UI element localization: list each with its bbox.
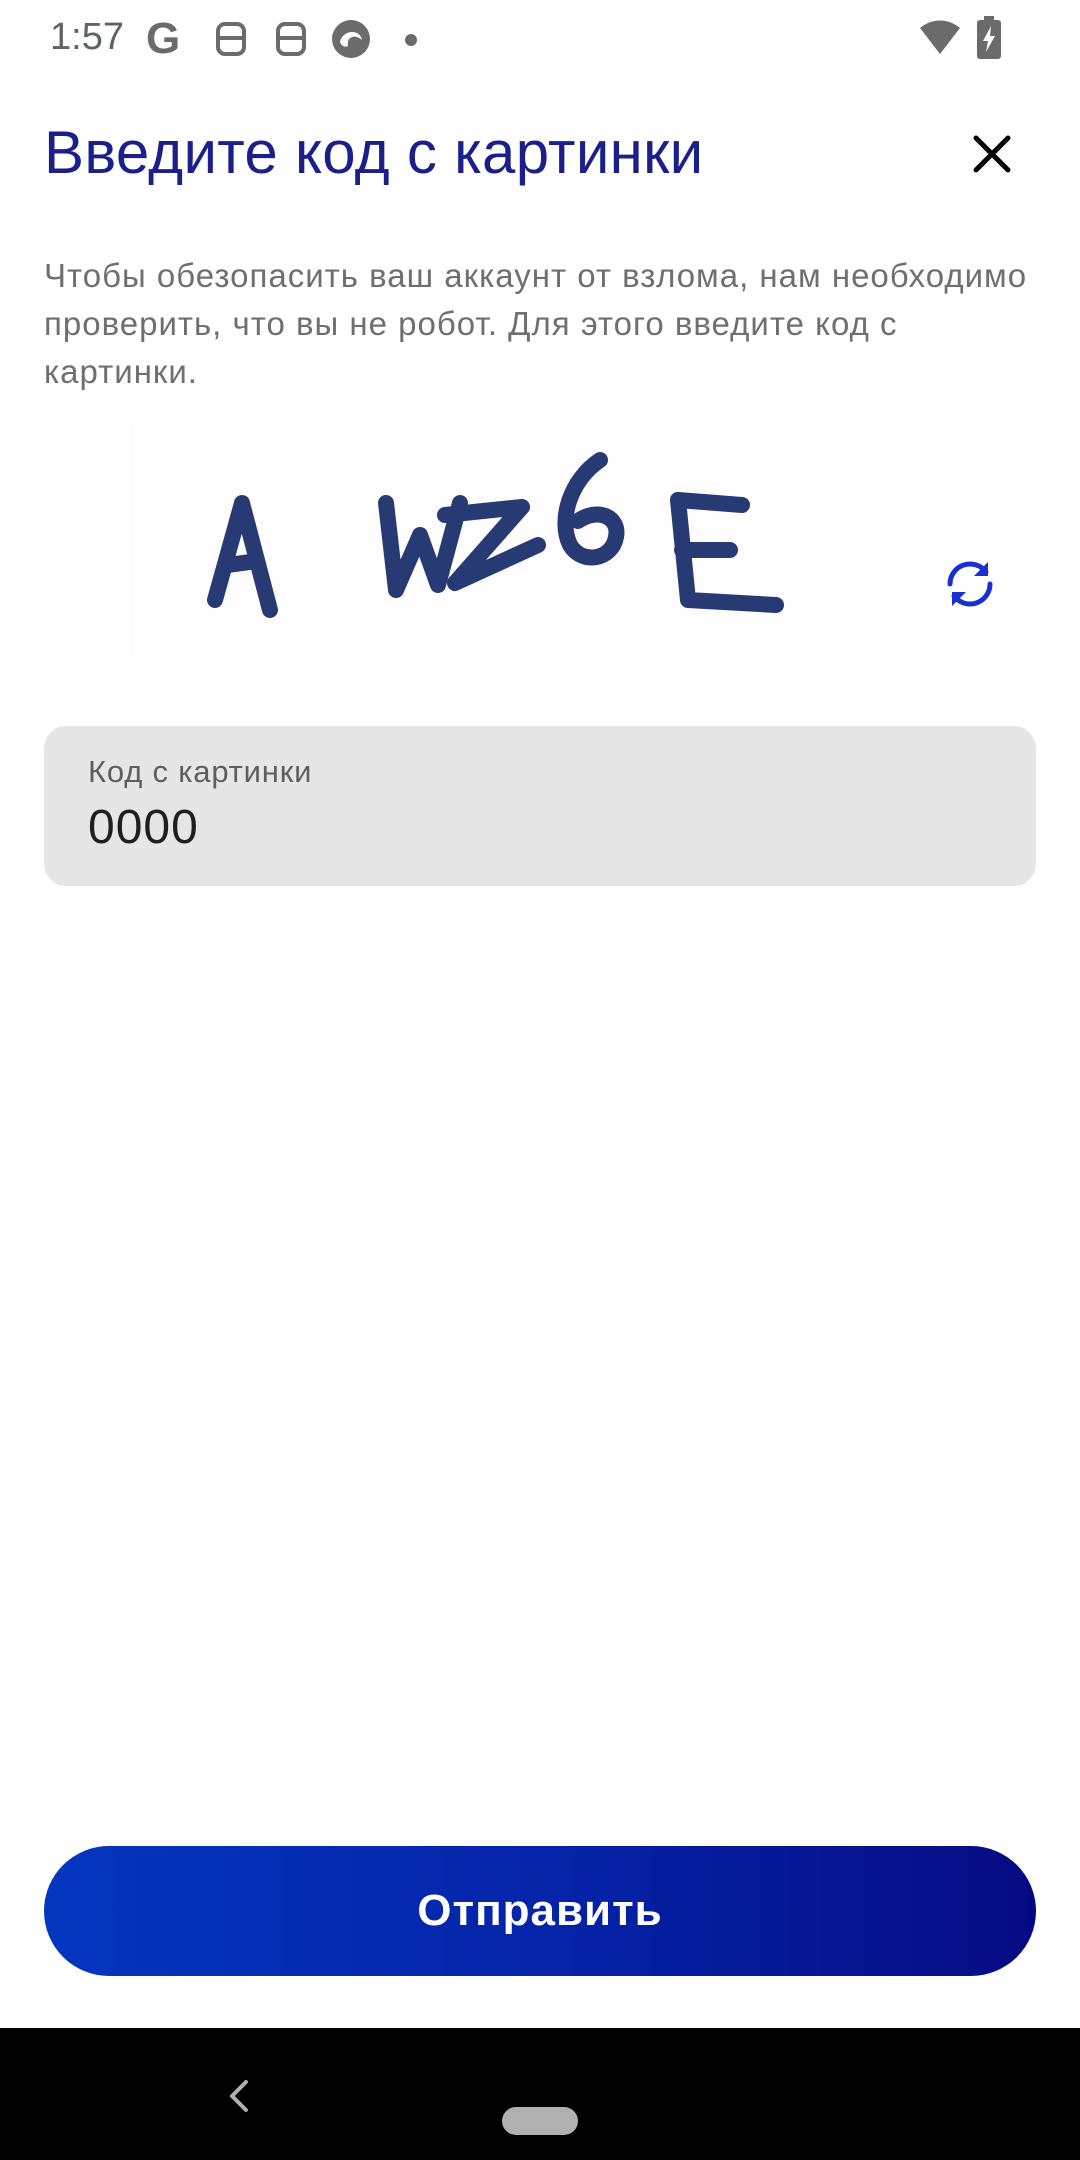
captcha-code-field[interactable]: Код с картинки 0000 [44, 726, 1036, 886]
notification-s-icon [216, 22, 246, 56]
status-time: 1:57 [50, 16, 124, 58]
submit-button[interactable]: Отправить [44, 1846, 1036, 1976]
page-title: Введите код с картинки [44, 119, 704, 186]
status-bar: 1:57 G [0, 0, 1080, 80]
edge-icon [332, 20, 370, 58]
navigation-bar [0, 2028, 1080, 2160]
back-icon[interactable] [224, 2076, 254, 2116]
submit-button-label: Отправить [417, 1886, 663, 1935]
captcha-image [130, 425, 890, 655]
home-pill[interactable] [502, 2107, 578, 2135]
close-icon[interactable] [964, 126, 1020, 182]
google-icon: G [146, 14, 181, 63]
code-field-value[interactable]: 0000 [88, 800, 199, 855]
wifi-icon [920, 20, 960, 54]
notification-s-icon [276, 22, 306, 56]
code-field-label: Код с картинки [88, 754, 313, 789]
refresh-icon[interactable] [940, 554, 1000, 614]
description-text: Чтобы обезопасить ваш аккаунт от взлома,… [44, 257, 1028, 390]
battery-charging-icon [977, 16, 1001, 59]
notification-dot [405, 34, 417, 46]
